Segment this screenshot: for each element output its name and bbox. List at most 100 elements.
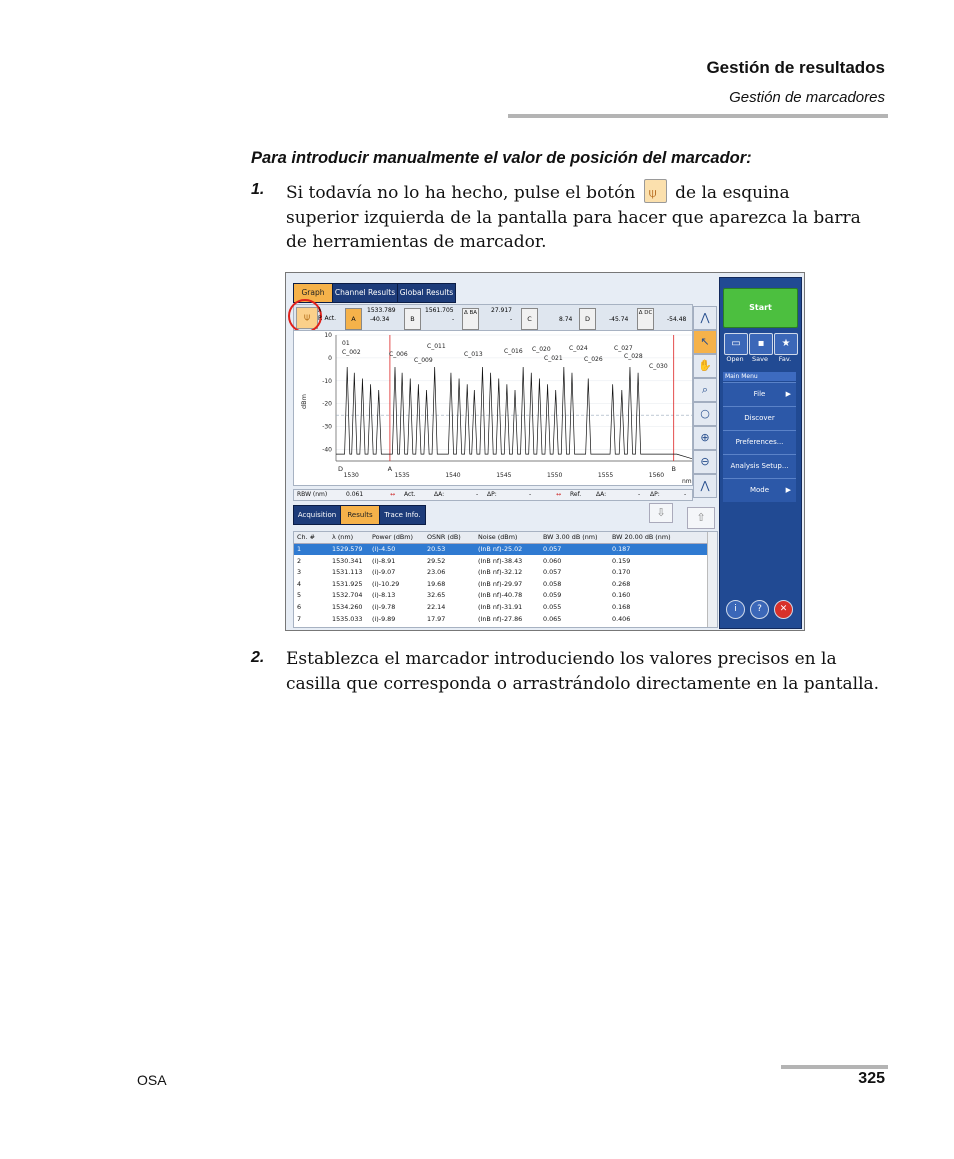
table-row[interactable]: 2 1530.341 (i)-8.91 29.52 (InB nf)-38.43 0.06… (294, 556, 707, 567)
table-cell: 0.060 (543, 556, 562, 565)
table-row[interactable]: 1 1529.579 (i)-4.50 20.53 (InB nf)-25.02 0.05… (294, 544, 707, 555)
save-label: Save (752, 355, 768, 363)
marker-a-wavelength[interactable]: 1533.789 (367, 307, 396, 314)
marker-a-power[interactable]: -40.34 (370, 316, 389, 323)
marker-toolbar-icon: ⍦ (643, 179, 667, 203)
table-scrollbar[interactable] (707, 532, 717, 627)
close-icon[interactable]: ✕ (774, 600, 793, 619)
peaks-icon[interactable]: ⋀ (693, 306, 717, 330)
pointer-icon[interactable]: ↖ (693, 330, 717, 354)
table-cell: Ch. # (297, 533, 315, 541)
table-cell: (i)-9.89 (372, 614, 396, 623)
tab-trace-info[interactable]: Trace Info. (379, 505, 426, 525)
delta-ba-wavelength[interactable]: 27.917 (491, 307, 512, 314)
da-value: - (476, 491, 479, 498)
zoom-out-icon[interactable]: ⊖ (693, 450, 717, 474)
tab-global-results[interactable]: Global Results (397, 283, 456, 303)
marker-d-button[interactable]: D (579, 308, 596, 330)
marker-b-power[interactable]: - (452, 316, 454, 323)
menu-file[interactable]: File ▶ (723, 382, 796, 406)
marker-toggle-highlight (288, 299, 322, 333)
step-1-text: Si todavía no lo ha hecho, pulse el botó… (286, 179, 866, 255)
table-cell: 7 (297, 614, 302, 623)
delta-dc-button[interactable]: Δ DC (637, 308, 654, 330)
x-tick-label: 1560 (649, 472, 664, 479)
help-icon[interactable]: ? (750, 600, 769, 619)
table-cell: 5 (297, 591, 302, 600)
full-view-icon[interactable]: ⋀ (693, 474, 717, 498)
channel-label: C_027 (614, 345, 633, 352)
tab-acquisition[interactable]: Acquisition (293, 505, 341, 525)
table-cell: (InB nf)-25.02 (478, 545, 523, 553)
table-row[interactable]: 4 1531.925 (i)-10.29 19.68 (InB nf)-29.97 0.0… (294, 579, 707, 590)
table-cell: (InB nf)-27.86 (478, 614, 523, 623)
zoom-icon[interactable]: ○ (693, 402, 717, 426)
table-cell: 0.406 (612, 614, 631, 623)
collapse-down-icon[interactable]: ⇩ (649, 503, 673, 523)
dp2-value: - (684, 491, 687, 498)
channel-label: C_009 (414, 357, 433, 364)
footer-product: OSA (137, 1072, 167, 1088)
delta-ba-power[interactable]: - (510, 316, 512, 323)
save-icon[interactable]: ▪ (749, 333, 773, 355)
da2-label: ΔA: (596, 491, 607, 498)
menu-preferences[interactable]: Preferences... (723, 430, 796, 454)
y-tick-label: 0 (328, 355, 332, 362)
table-cell: 0.065 (543, 614, 562, 623)
table-row[interactable]: 5 1532.704 (i)-8.13 32.65 (InB nf)-40.78 0.05… (294, 590, 707, 601)
x-tick-label: 1550 (547, 472, 562, 479)
table-cell: λ (nm) (332, 533, 354, 541)
x-tick-label: 1530 (344, 472, 359, 479)
table-cell: 0.058 (543, 579, 562, 588)
dp-value: - (529, 491, 532, 498)
marker-b-wavelength[interactable]: 1561.705 (425, 307, 454, 314)
table-cell: 0.057 (543, 545, 562, 553)
marker-d-letter: D (338, 465, 343, 473)
table-cell: 1532.704 (332, 591, 363, 600)
marker-a-button[interactable]: A (345, 308, 362, 330)
table-header[interactable]: Ch. # λ (nm) Power (dBm) OSNR (dB) Noise (dB… (294, 532, 707, 544)
table-row[interactable]: 6 1534.260 (i)-9.78 22.14 (InB nf)-31.91 0.05… (294, 602, 707, 613)
table-cell: (InB nf)-38.43 (478, 556, 523, 565)
marker-c-power[interactable]: 8.74 (559, 316, 572, 323)
x-tick-label: 1545 (496, 472, 511, 479)
favorite-icon[interactable]: ★ (774, 333, 798, 355)
table-cell: 20.53 (427, 545, 446, 553)
y-tick-label: -30 (322, 424, 332, 431)
y-tick-label: -40 (322, 447, 332, 454)
results-table: Ch. # λ (nm) Power (dBm) OSNR (dB) Noise (dB… (293, 531, 718, 628)
open-icon[interactable]: ▭ (724, 333, 748, 355)
expand-up-icon[interactable]: ⇧ (687, 507, 715, 529)
channel-label: C_028 (624, 353, 643, 360)
table-cell: (InB nf)-29.97 (478, 579, 523, 588)
zoom-area-icon[interactable]: ⌕ (693, 378, 717, 402)
table-cell: 1531.113 (332, 568, 363, 577)
delta-ba-button[interactable]: Δ BA (462, 308, 479, 330)
info-icon[interactable]: i (726, 600, 745, 619)
start-button[interactable]: Start (723, 288, 798, 328)
table-row[interactable]: 7 1535.033 (i)-9.89 17.97 (InB nf)-27.86 0.06… (294, 614, 707, 625)
rbw-label: RBW (nm) (297, 491, 328, 498)
ref-arrow-icon: ↔ (556, 491, 562, 498)
marker-d-power[interactable]: -45.74 (609, 316, 628, 323)
channel-label: C_030 (649, 363, 668, 370)
step-2-text: Establezca el marcador introduciendo los… (286, 649, 880, 694)
tab-channel-results[interactable]: Channel Results (332, 283, 398, 303)
table-cell: 6 (297, 603, 302, 611)
table-row[interactable]: 3 1531.113 (i)-9.07 23.06 (InB nf)-32.12 0.05… (294, 567, 707, 578)
spectrum-plot[interactable]: 10 0 -10 -20 -30 -40 1530 1535 1540 1545 1550 1555 1… (293, 330, 693, 486)
menu-mode-label: Mode (749, 486, 770, 494)
table-cell: (InB nf)-40.78 (478, 591, 523, 600)
main-menu-panel: Start ▭ ▪ ★ Open Save Fav. Main Menu Fil… (719, 277, 802, 629)
tab-results[interactable]: Results (340, 505, 380, 525)
zoom-in-icon[interactable]: ⊕ (693, 426, 717, 450)
da2-value: - (638, 491, 641, 498)
menu-mode[interactable]: Mode ▶ (723, 478, 796, 502)
menu-discover[interactable]: Discover (723, 406, 796, 430)
menu-analysis-setup[interactable]: Analysis Setup... (723, 454, 796, 478)
marker-c-button[interactable]: C (521, 308, 538, 330)
table-cell: (InB nf)-32.12 (478, 568, 523, 577)
marker-b-button[interactable]: B (404, 308, 421, 330)
hand-icon[interactable]: ✋ (693, 354, 717, 378)
delta-dc-power[interactable]: -54.48 (667, 316, 686, 323)
